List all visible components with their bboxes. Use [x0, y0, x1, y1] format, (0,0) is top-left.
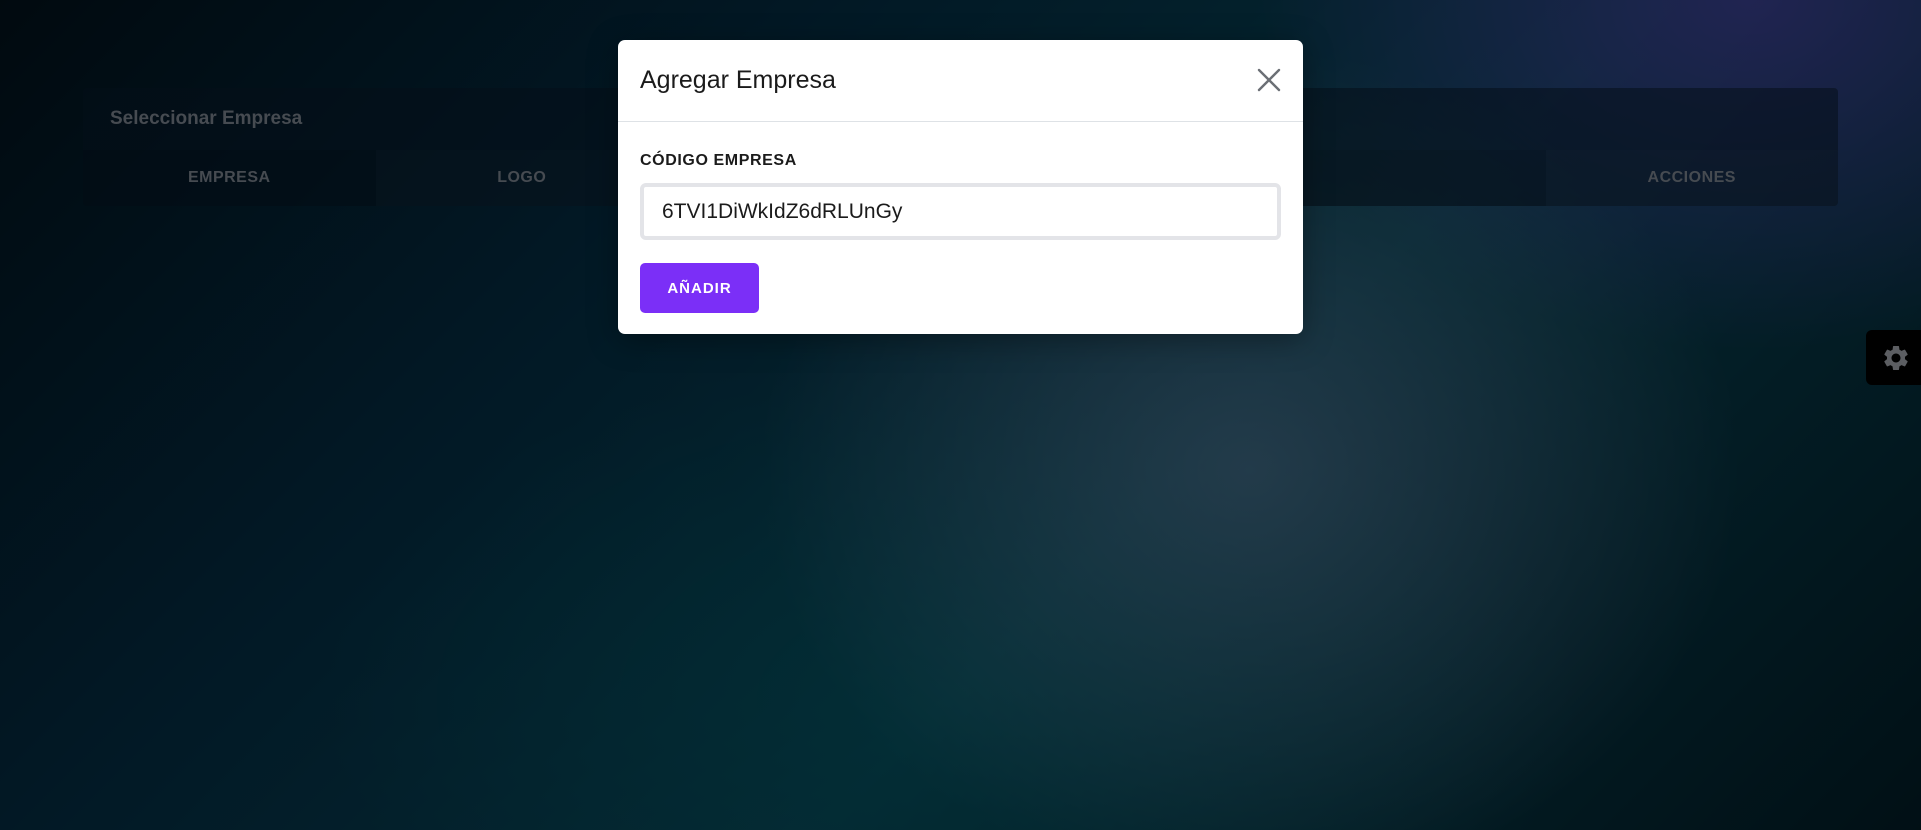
- company-code-input[interactable]: [640, 183, 1281, 240]
- add-button[interactable]: AÑADIR: [640, 263, 759, 313]
- close-button[interactable]: [1256, 67, 1282, 93]
- add-company-modal: Agregar Empresa CÓDIGO EMPRESA AÑADIR: [618, 40, 1303, 334]
- company-code-label: CÓDIGO EMPRESA: [640, 152, 797, 169]
- modal-header: Agregar Empresa: [618, 40, 1303, 122]
- modal-title: Agregar Empresa: [640, 66, 836, 94]
- close-icon: [1257, 68, 1281, 92]
